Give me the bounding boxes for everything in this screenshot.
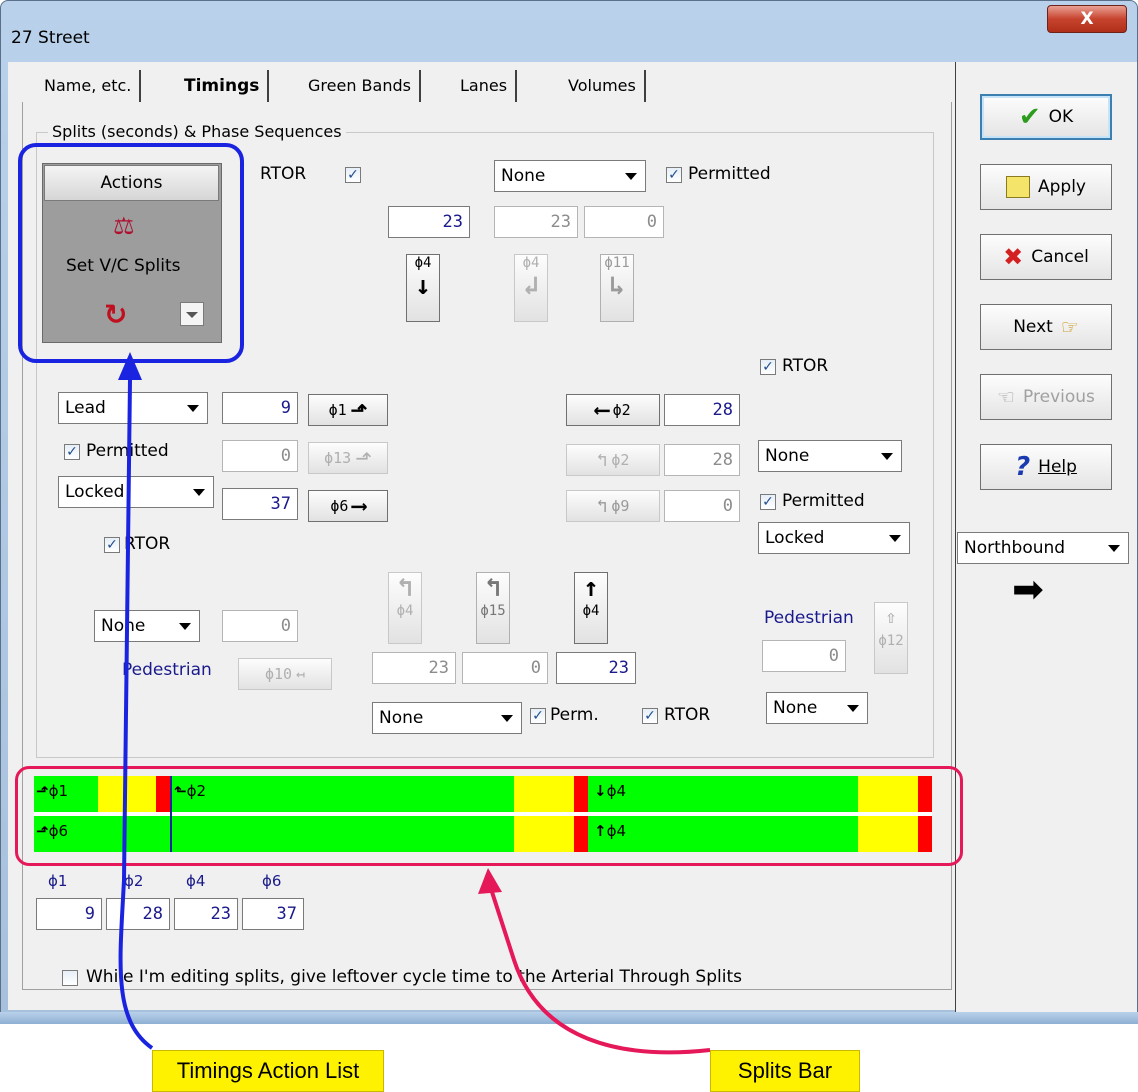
actions-connector: [118, 379, 154, 1050]
actions-arrowhead: [118, 352, 142, 380]
timings-action-list-callout: Timings Action List: [152, 1050, 384, 1092]
splits-arrowhead: [478, 868, 502, 894]
splits-bar-callout: Splits Bar: [710, 1050, 860, 1092]
callout-connectors: [118, 352, 711, 1055]
splits-connector: [490, 891, 711, 1055]
